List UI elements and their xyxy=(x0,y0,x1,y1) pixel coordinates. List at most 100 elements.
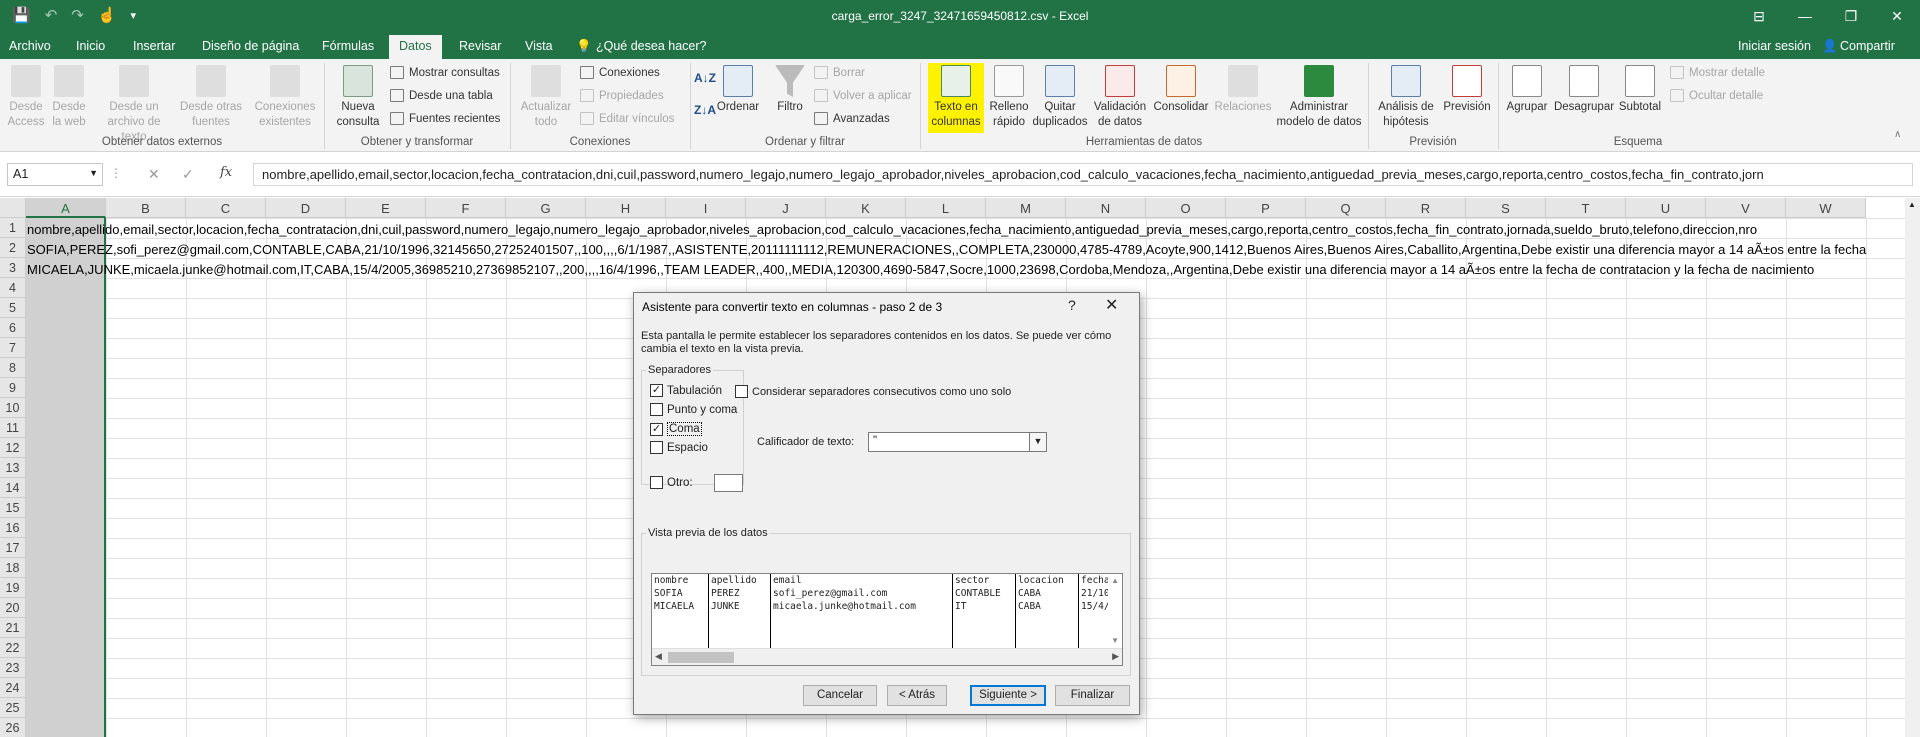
row-header-4[interactable]: 4 xyxy=(0,278,26,298)
remove-duplicates-button[interactable]: Quitar duplicados xyxy=(1032,65,1088,130)
row-header-11[interactable]: 11 xyxy=(0,418,26,438)
selected-column-a[interactable] xyxy=(26,218,106,737)
row-header-17[interactable]: 17 xyxy=(0,538,26,558)
row-header-13[interactable]: 13 xyxy=(0,458,26,478)
sign-in-link[interactable]: Iniciar sesión xyxy=(1738,39,1811,53)
row-header-24[interactable]: 24 xyxy=(0,678,26,698)
collapse-ribbon-icon[interactable]: ∧ xyxy=(1894,129,1901,140)
row-header-25[interactable]: 25 xyxy=(0,698,26,718)
row-header-10[interactable]: 10 xyxy=(0,398,26,418)
tab-formulas[interactable]: Fórmulas xyxy=(322,39,374,53)
tab-datos[interactable]: Datos xyxy=(389,35,442,59)
column-header-n[interactable]: N xyxy=(1066,198,1146,218)
show-queries-button[interactable]: Mostrar consultas xyxy=(390,66,500,79)
row-header-12[interactable]: 12 xyxy=(0,438,26,458)
name-box-dropdown-icon[interactable]: ▼ xyxy=(89,168,98,178)
semicolon-separator-checkbox[interactable]: Punto y coma xyxy=(650,403,737,416)
column-header-v[interactable]: V xyxy=(1706,198,1786,218)
edit-links-button[interactable]: Editar vínculos xyxy=(580,112,674,125)
column-header-c[interactable]: C xyxy=(186,198,266,218)
text-qualifier-select[interactable]: " ▼ xyxy=(868,432,1047,452)
refresh-all-button[interactable]: Actualizar todo xyxy=(516,65,576,130)
consecutive-separators-checkbox[interactable]: Considerar separadores consecutivos como… xyxy=(735,385,1011,398)
relationships-button[interactable]: Relaciones xyxy=(1212,65,1274,115)
recent-sources-button[interactable]: Fuentes recientes xyxy=(390,112,500,125)
show-detail-button[interactable]: Mostrar detalle xyxy=(1670,66,1765,79)
tab-separator-checkbox[interactable]: ✓ Tabulación xyxy=(650,384,722,397)
tab-vista[interactable]: Vista xyxy=(525,39,553,53)
column-header-p[interactable]: P xyxy=(1226,198,1306,218)
row-header-26[interactable]: 26 xyxy=(0,718,26,737)
filter-button[interactable]: Filtro xyxy=(770,65,810,115)
column-header-m[interactable]: M xyxy=(986,198,1066,218)
consolidate-button[interactable]: Consolidar xyxy=(1152,65,1210,115)
next-button[interactable]: Siguiente > xyxy=(970,685,1046,706)
cell-a3[interactable]: MICAELA,JUNKE,micaela.junke@hotmail.com,… xyxy=(27,259,1814,279)
row-header-6[interactable]: 6 xyxy=(0,318,26,338)
comma-checkbox-box[interactable]: ✓ xyxy=(650,422,663,436)
flash-fill-button[interactable]: Relleno rápido xyxy=(987,65,1031,130)
row-header-14[interactable]: 14 xyxy=(0,478,26,498)
preview-scroll-up-icon[interactable]: ▲ xyxy=(1111,576,1119,585)
column-header-w[interactable]: W xyxy=(1786,198,1866,218)
properties-button[interactable]: Propiedades xyxy=(580,89,664,102)
column-header-b[interactable]: B xyxy=(106,198,186,218)
column-header-i[interactable]: I xyxy=(666,198,746,218)
cell-a1[interactable]: nombre,apellido,email,sector,locacion,fe… xyxy=(27,219,1757,239)
group-button[interactable]: Agrupar xyxy=(1502,65,1552,115)
column-header-r[interactable]: R xyxy=(1386,198,1466,218)
connections-button[interactable]: Conexiones xyxy=(580,66,660,79)
column-header-a[interactable]: A xyxy=(26,198,106,218)
existing-connections-button[interactable]: Conexiones existentes xyxy=(251,65,319,130)
finish-button[interactable]: Finalizar xyxy=(1055,685,1130,706)
confirm-entry-icon[interactable]: ✓ xyxy=(182,166,194,183)
hide-detail-button[interactable]: Ocultar detalle xyxy=(1670,89,1763,102)
formula-bar-handle-icon[interactable]: ⋮ xyxy=(110,166,122,180)
scrollbar-thumb[interactable] xyxy=(668,652,734,663)
advanced-filter-button[interactable]: Avanzadas xyxy=(814,112,890,125)
space-separator-checkbox[interactable]: Espacio xyxy=(650,441,708,454)
row-header-23[interactable]: 23 xyxy=(0,658,26,678)
forecast-sheet-button[interactable]: Previsión xyxy=(1440,65,1494,115)
close-window-icon[interactable]: ✕ xyxy=(1874,0,1920,32)
tab-insertar[interactable]: Insertar xyxy=(133,39,175,53)
column-header-e[interactable]: E xyxy=(346,198,426,218)
column-header-u[interactable]: U xyxy=(1626,198,1706,218)
help-icon[interactable]: ? xyxy=(1068,297,1076,313)
new-query-button[interactable]: Nueva consulta xyxy=(330,65,386,130)
chevron-down-icon[interactable]: ▼ xyxy=(1029,433,1046,451)
row-header-18[interactable]: 18 xyxy=(0,558,26,578)
text-to-columns-button[interactable]: Texto en columnas xyxy=(928,63,984,133)
column-header-s[interactable]: S xyxy=(1466,198,1546,218)
other-checkbox-box[interactable] xyxy=(650,476,663,489)
preview-horizontal-scrollbar[interactable]: ◀ ▶ xyxy=(652,648,1122,665)
from-table-button[interactable]: Desde una tabla xyxy=(390,89,493,102)
column-header-d[interactable]: D xyxy=(266,198,346,218)
row-header-15[interactable]: 15 xyxy=(0,498,26,518)
manage-data-model-button[interactable]: Administrar modelo de datos xyxy=(1276,65,1362,130)
column-header-f[interactable]: F xyxy=(426,198,506,218)
comma-separator-checkbox[interactable]: ✓ Coma xyxy=(650,422,702,436)
column-header-l[interactable]: L xyxy=(906,198,986,218)
scroll-left-icon[interactable]: ◀ xyxy=(655,651,662,662)
row-header-2[interactable]: 2 xyxy=(0,238,26,258)
tab-revisar[interactable]: Revisar xyxy=(459,39,501,53)
row-header-7[interactable]: 7 xyxy=(0,338,26,358)
row-header-21[interactable]: 21 xyxy=(0,618,26,638)
close-dialog-icon[interactable]: ✕ xyxy=(1105,295,1118,315)
cell-a2[interactable]: SOFIA,PEREZ,sofi_perez@gmail.com,CONTABL… xyxy=(27,239,1866,259)
tab-diseno-pagina[interactable]: Diseño de página xyxy=(202,39,299,53)
consecutive-checkbox-box[interactable] xyxy=(735,385,748,398)
subtotal-button[interactable]: Subtotal xyxy=(1614,65,1666,115)
semicolon-checkbox-box[interactable] xyxy=(650,403,663,416)
preview-scroll-down-icon[interactable]: ▼ xyxy=(1111,636,1119,645)
ungroup-button[interactable]: Desagrupar xyxy=(1553,65,1615,115)
cancel-entry-icon[interactable]: ✕ xyxy=(148,166,160,183)
from-access-button[interactable]: Desde Access xyxy=(4,65,48,130)
column-header-g[interactable]: G xyxy=(506,198,586,218)
what-if-analysis-button[interactable]: Análisis de hipótesis xyxy=(1374,65,1438,130)
name-box[interactable]: A1 ▼ xyxy=(7,163,103,186)
tab-inicio[interactable]: Inicio xyxy=(76,39,105,53)
cancel-button[interactable]: Cancelar xyxy=(803,685,877,706)
insert-function-icon[interactable]: fx xyxy=(220,165,232,180)
